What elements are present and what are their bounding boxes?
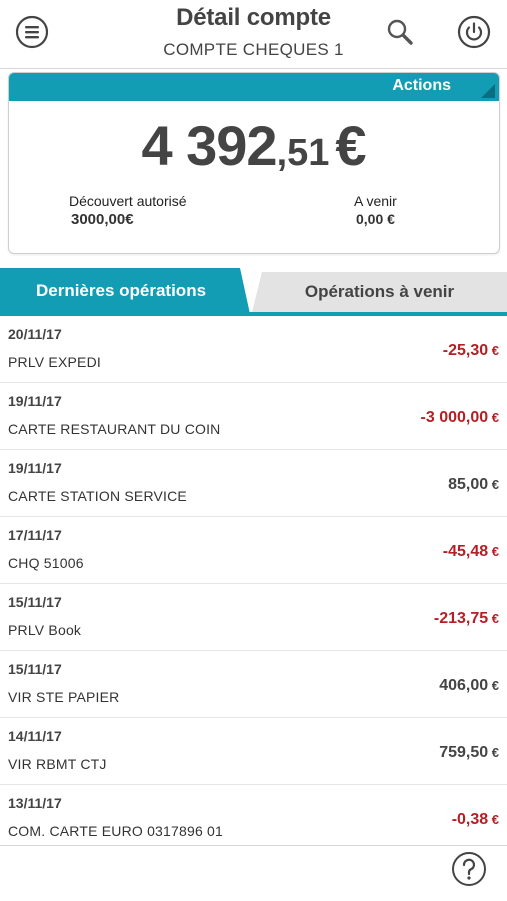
corner-triangle-icon[interactable] xyxy=(481,84,495,98)
help-icon xyxy=(452,852,486,886)
amount-value: -3 000,00 xyxy=(420,409,489,426)
amount-currency: € xyxy=(488,477,499,492)
account-name: COMPTE CHEQUES 1 xyxy=(163,40,344,59)
operation-row[interactable]: 15/11/17 PRLV Book -213,75 € xyxy=(0,584,507,651)
menu-button[interactable] xyxy=(14,14,50,50)
operation-amount: 406,00 € xyxy=(439,677,499,695)
amount-currency: € xyxy=(488,611,499,626)
amount-currency: € xyxy=(488,544,499,559)
app-footer xyxy=(0,845,507,901)
operation-row[interactable]: 15/11/17 VIR STE PAPIER 406,00 € xyxy=(0,651,507,718)
app-header: Détail compte COMPTE CHEQUES 1 xyxy=(0,0,507,69)
operation-label: CARTE RESTAURANT DU COIN xyxy=(8,421,221,437)
hamburger-menu-icon xyxy=(15,15,49,49)
operation-amount: -25,30 € xyxy=(443,342,499,360)
amount-value: 85,00 xyxy=(448,476,489,493)
balance-currency: € xyxy=(335,114,367,177)
amount-currency: € xyxy=(488,745,499,760)
operation-date: 19/11/17 xyxy=(8,393,62,409)
search-button[interactable] xyxy=(382,14,418,50)
operation-date: 14/11/17 xyxy=(8,728,62,744)
operation-date: 17/11/17 xyxy=(8,527,62,543)
operation-label: CARTE STATION SERVICE xyxy=(8,488,187,504)
operation-date: 20/11/17 xyxy=(8,326,62,342)
amount-value: -45,48 xyxy=(442,543,489,560)
amount-value: -213,75 xyxy=(433,610,489,627)
overdraft-label: Découvert autorisé xyxy=(69,193,187,209)
amount-value: -0,38 xyxy=(451,811,489,828)
operation-date: 15/11/17 xyxy=(8,661,62,677)
operation-amount: -0,38 € xyxy=(452,811,499,829)
operation-label: COM. CARTE EURO 0317896 01 xyxy=(8,823,224,839)
logout-button[interactable] xyxy=(456,14,492,50)
operation-row[interactable]: 14/11/17 VIR RBMT CTJ 759,50 € xyxy=(0,718,507,785)
operation-row[interactable]: 20/11/17 PRLV EXPEDI -25,30 € xyxy=(0,316,507,383)
operation-amount: -213,75 € xyxy=(434,610,499,628)
actions-button[interactable]: Actions xyxy=(392,77,451,95)
balance-integer: 4 392 xyxy=(141,114,277,177)
operations-list: 20/11/17 PRLV EXPEDI -25,30 € 19/11/17 C… xyxy=(0,316,507,852)
amount-value: 759,50 xyxy=(439,744,489,761)
operation-row[interactable]: 19/11/17 CARTE STATION SERVICE 85,00 € xyxy=(0,450,507,517)
tab-upcoming-operations[interactable]: Opérations à venir xyxy=(252,272,507,312)
amount-currency: € xyxy=(488,343,499,358)
operation-label: PRLV EXPEDI xyxy=(8,354,101,370)
amount-value: -25,30 xyxy=(442,342,489,359)
operation-amount: -3 000,00 € xyxy=(421,409,499,427)
operation-label: PRLV Book xyxy=(8,622,82,638)
operation-row[interactable]: 17/11/17 CHQ 51006 -45,48 € xyxy=(0,517,507,584)
amount-value: 406,00 xyxy=(439,677,489,694)
upcoming-label: A venir xyxy=(354,193,397,209)
tab-recent-operations[interactable]: Dernières opérations xyxy=(0,268,250,314)
power-icon xyxy=(457,15,491,49)
operation-date: 19/11/17 xyxy=(8,460,62,476)
operation-date: 15/11/17 xyxy=(8,594,62,610)
overdraft-value: 3000,00€ xyxy=(71,211,134,228)
account-summary-card: Actions 4 392,51 € Découvert autorisé 300… xyxy=(8,72,500,254)
operation-amount: 759,50 € xyxy=(439,744,499,762)
balance-decimal: ,51 xyxy=(276,132,330,174)
account-balance: 4 392,51 € xyxy=(9,113,499,178)
operation-label: VIR RBMT CTJ xyxy=(8,756,107,772)
help-button[interactable] xyxy=(450,850,488,888)
amount-currency: € xyxy=(488,410,499,425)
operation-date: 13/11/17 xyxy=(8,795,62,811)
operation-amount: -45,48 € xyxy=(443,543,499,561)
operation-label: VIR STE PAPIER xyxy=(8,689,120,705)
operation-label: CHQ 51006 xyxy=(8,555,84,571)
upcoming-value: 0,00 € xyxy=(356,211,395,227)
page-title: Détail compte xyxy=(176,4,331,31)
amount-currency: € xyxy=(488,812,499,827)
operation-amount: 85,00 € xyxy=(448,476,499,494)
amount-currency: € xyxy=(488,678,499,693)
operation-row[interactable]: 19/11/17 CARTE RESTAURANT DU COIN -3 000… xyxy=(0,383,507,450)
operation-row[interactable]: 13/11/17 COM. CARTE EURO 0317896 01 -0,3… xyxy=(0,785,507,852)
search-icon xyxy=(387,19,413,45)
